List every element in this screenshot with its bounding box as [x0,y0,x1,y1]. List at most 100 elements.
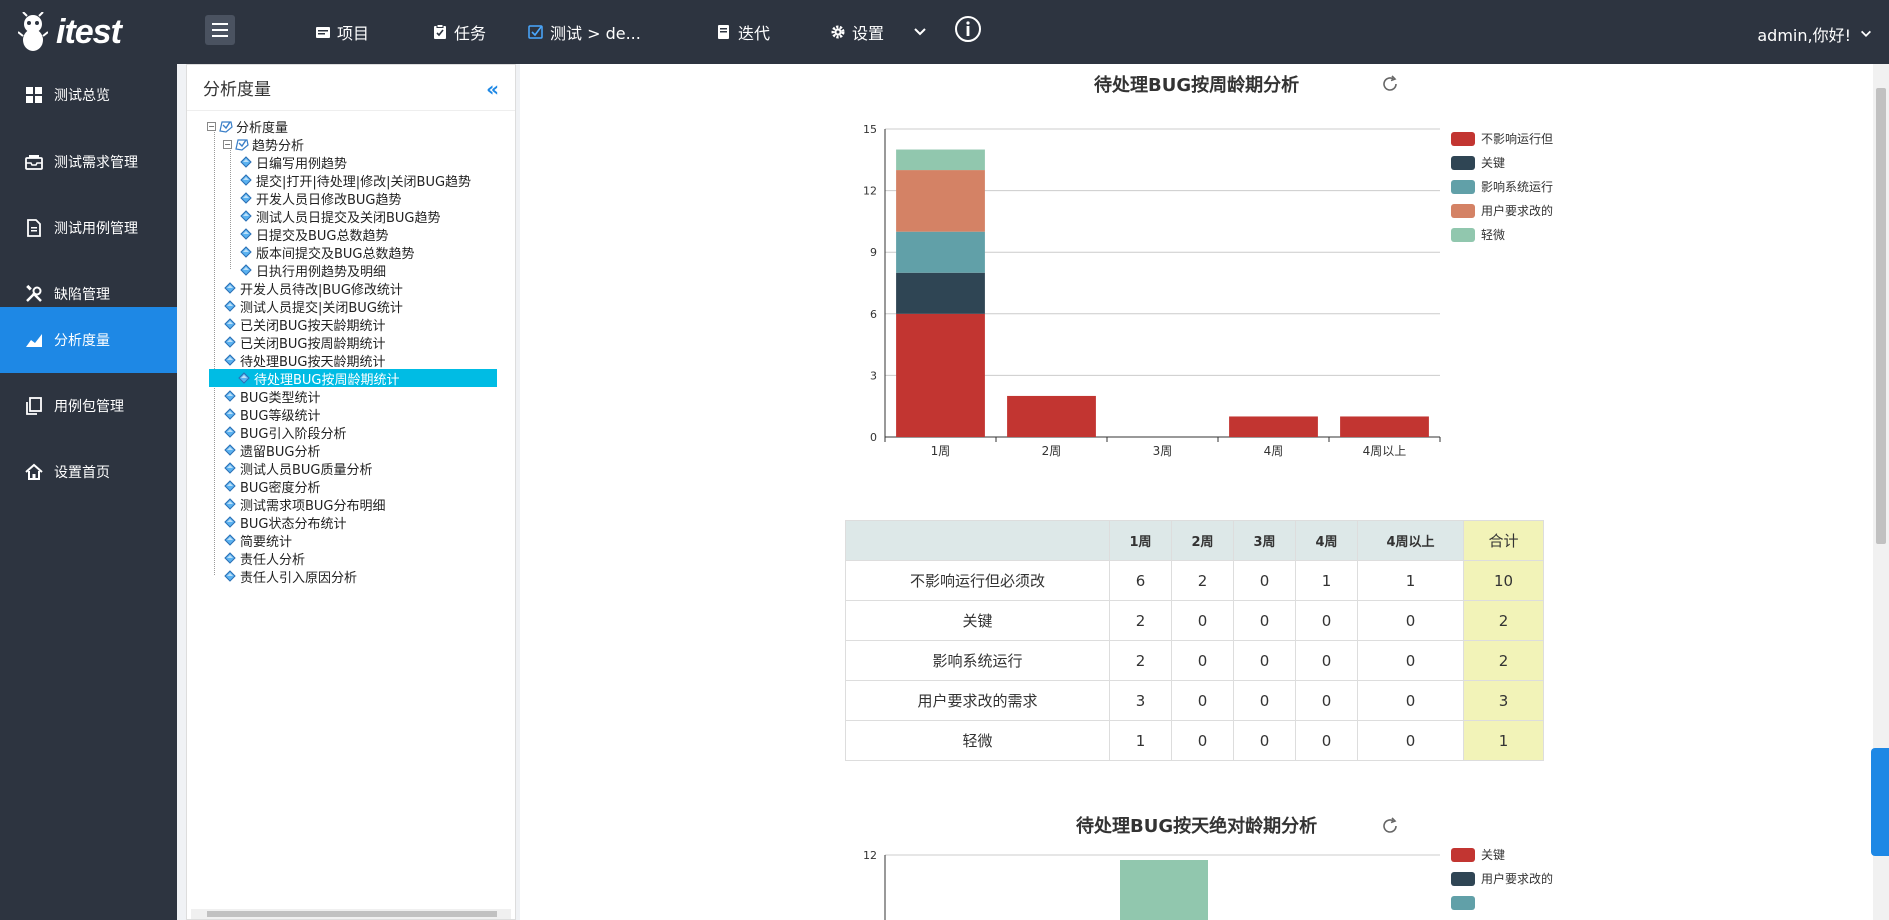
tree-leaf-node[interactable]: 已关闭BUG按天龄期统计 [223,315,386,334]
tree-leaf-node[interactable]: 测试人员日提交及关闭BUG趋势 [239,207,441,226]
tree-leaf-node[interactable]: BUG引入阶段分析 [223,423,347,442]
user-menu[interactable]: admin,你好! [1757,22,1873,46]
refresh-icon[interactable] [1380,816,1400,836]
tree-leaf-node[interactable]: 待处理BUG按天龄期统计 [223,351,386,370]
bar-segment [896,149,985,171]
tree-leaf-node[interactable]: 责任人引入原因分析 [223,567,357,586]
table-row: 不影响运行但必须改 6 2 0 1 1 10 [845,560,1544,601]
legend-swatch [1451,848,1475,862]
sidebar-item-case-packages[interactable]: 用例包管理 [0,373,177,439]
bug-mascot-icon [18,12,48,51]
tree-leaf-node[interactable]: 简要统计 [223,531,292,550]
sidebar-item-analytics[interactable]: 分析度量 [0,307,177,373]
tree-leaf-node[interactable]: BUG等级统计 [223,405,321,424]
tree-leaf-node[interactable]: 提交|打开|待处理|修改|关闭BUG趋势 [239,171,472,190]
tree-node-label: 责任人分析 [240,552,306,568]
table-cell: 0 [1233,600,1296,641]
collapse-toggle-icon[interactable]: − [207,121,216,131]
nav-item-tasks[interactable]: 任务 [432,20,486,44]
tree-guide-line [214,125,215,575]
tree-node-label: 测试人员BUG质量分析 [240,462,373,478]
table-header-cell: 合计 [1463,520,1544,561]
bar-segment [1229,416,1318,437]
logo-text: itest [56,12,122,51]
tree-panel-title: 分析度量 [203,80,271,100]
y-tick-label: 6 [870,308,877,321]
table-cell: 0 [1233,720,1296,761]
tree-leaf-node[interactable]: 遗留BUG分析 [223,441,321,460]
area-chart-icon [26,334,42,347]
nav-item-settings[interactable]: 设置 [830,20,884,44]
tree-leaf-node[interactable]: 日提交及BUG总数趋势 [239,225,389,244]
bar-segment [1120,860,1208,920]
tree-leaf-node[interactable]: 日执行用例趋势及明细 [239,261,387,280]
tree-folder-node[interactable]: − 趋势分析 [223,135,304,154]
sidebar-item-test-cases[interactable]: 测试用例管理 [0,195,177,261]
table-cell: 0 [1357,640,1464,681]
tree-node-label: 提交|打开|待处理|修改|关闭BUG趋势 [256,174,472,190]
bar-segment [1340,416,1429,437]
tree-guide-line [230,143,231,269]
more-dropdown-button[interactable] [912,20,928,44]
sidebar-item-label: 测试用例管理 [54,221,138,237]
inbox-icon [25,155,43,170]
tree-leaf-node[interactable]: 测试人员BUG质量分析 [223,459,373,478]
horizontal-scrollbar[interactable] [191,909,511,919]
report-diamond-icon [223,299,237,313]
table-header-cell: 2周 [1171,520,1234,561]
sidebar-item-label: 用例包管理 [54,399,124,415]
folder-check-icon [235,137,249,151]
tree-leaf-node[interactable]: 测试人员提交|关闭BUG统计 [223,297,403,316]
sidebar-item-label: 设置首页 [54,465,110,481]
analysis-tree-panel: 分析度量 « − 分析度量 − 趋势分析 日编写用例趋势提交|打开|待处理|修改|关闭B… [186,64,516,920]
floating-toolbar[interactable] [1871,748,1889,856]
tree-leaf-node[interactable]: BUG类型统计 [223,387,321,406]
tree-node-label: 版本间提交及BUG总数趋势 [256,246,415,262]
menu-toggle-button[interactable] [205,15,235,45]
collapse-panel-icon[interactable]: « [486,77,499,101]
report-diamond-icon [223,389,237,403]
tree-node-label: 日执行用例趋势及明细 [256,264,387,280]
tree-leaf-node[interactable]: BUG密度分析 [223,477,321,496]
report-diamond-icon [239,155,253,169]
report-diamond-icon [223,515,237,529]
nav-item-test[interactable]: 测试 > de... [528,20,641,44]
nav-item-iterations[interactable]: 迭代 [716,20,770,44]
tree-leaf-node[interactable]: 待处理BUG按周龄期统计 [209,369,497,388]
tree-leaf-node[interactable]: 日编写用例趋势 [239,153,347,172]
report-diamond-icon [223,425,237,439]
tree-leaf-node[interactable]: 版本间提交及BUG总数趋势 [239,243,415,262]
table-cell: 轻微 [845,720,1110,761]
app-logo[interactable]: itest [18,10,122,54]
table-header-cell [845,520,1110,561]
tree-leaf-node[interactable]: 责任人分析 [223,549,306,568]
info-icon [955,16,981,42]
table-cell: 0 [1295,680,1358,721]
tree-leaf-node[interactable]: 开发人员待改|BUG修改统计 [223,279,403,298]
info-button[interactable] [954,16,982,42]
tree-leaf-node[interactable]: BUG状态分布统计 [223,513,347,532]
sidebar-item-overview[interactable]: 测试总览 [0,62,177,128]
table-header-cell: 4周以上 [1357,520,1464,561]
sidebar-item-label: 缺陷管理 [54,287,110,303]
tree-leaf-node[interactable]: 已关闭BUG按周龄期统计 [223,333,386,352]
folder-check-icon [219,119,233,133]
tree-leaf-node[interactable]: 测试需求项BUG分布明细 [223,495,386,514]
home-icon [25,463,43,480]
tree-node-label: 测试需求项BUG分布明细 [240,498,386,514]
table-row: 关键 2 0 0 0 0 2 [845,600,1544,641]
checkbox-icon [528,25,543,39]
tree-leaf-node[interactable]: 开发人员日修改BUG趋势 [239,189,402,208]
sidebar-item-settings-home[interactable]: 设置首页 [0,439,177,505]
collapse-toggle-icon[interactable]: − [223,139,232,149]
table-cell: 用户要求改的需求 [845,680,1110,721]
report-diamond-icon [223,479,237,493]
tree-folder-node[interactable]: − 分析度量 [207,117,288,136]
table-cell: 0 [1171,640,1234,681]
y-tick-label: 0 [870,431,877,444]
nav-item-projects[interactable]: 项目 [315,20,369,44]
legend-swatch [1451,180,1475,194]
table-cell: 0 [1295,640,1358,681]
gear-icon [831,25,845,39]
sidebar-item-requirements[interactable]: 测试需求管理 [0,129,177,195]
